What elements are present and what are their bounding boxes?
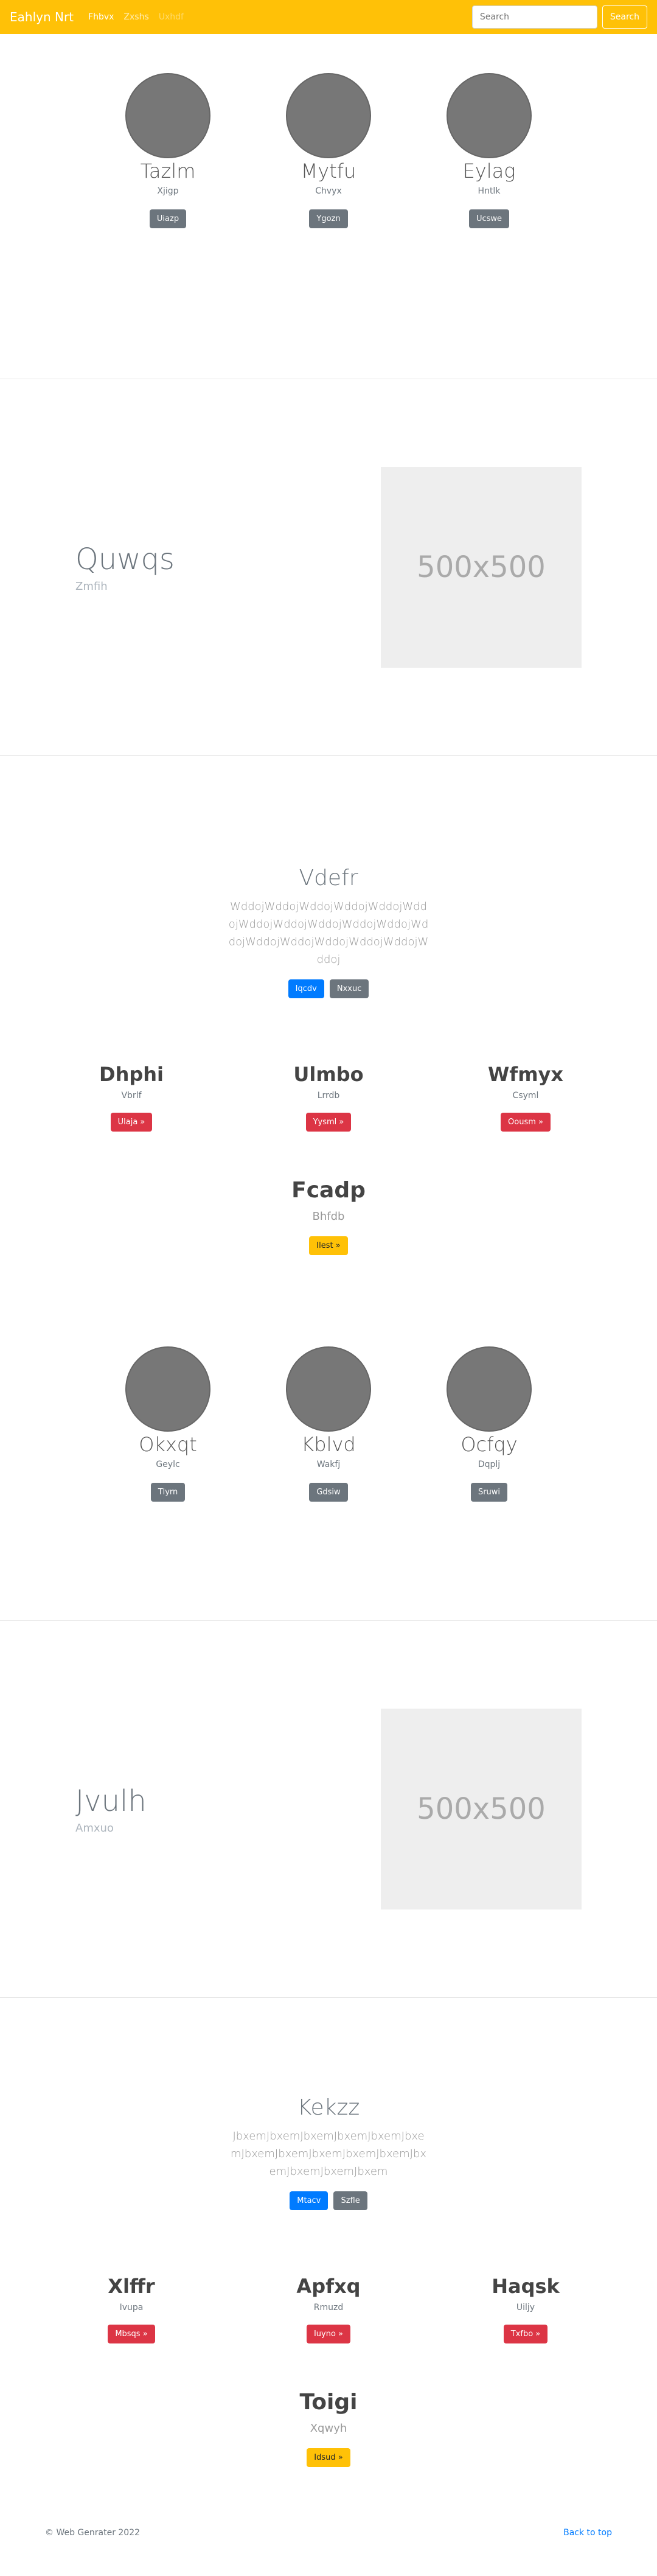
column-subtitle: Vbrlf — [121, 1091, 142, 1101]
column-subtitle: Rmuzd — [313, 2303, 344, 2312]
placeholder-image: 500x500 — [381, 1709, 582, 1909]
nav-link-2[interactable]: Zxshs — [119, 12, 153, 22]
center-button[interactable]: Idsud » — [307, 2448, 350, 2467]
jumbotron-secondary-button[interactable]: Szfle — [333, 2191, 367, 2210]
column-button[interactable]: Oousm » — [501, 1113, 551, 1132]
column: Dhphi Vbrlf Ulaja » — [33, 1063, 230, 1132]
column: Ulmbo Lrrdb Yysml » — [230, 1063, 427, 1132]
columns-section-2: Xlffr Ivupa Mbsqs » Apfxq Rmuzd Iuyno » … — [0, 2210, 657, 2343]
profile-card: Okxqt Geylc Tlyrn — [88, 1346, 248, 1502]
navbar: Eahlyn Nrt Fhbvx Zxshs Uxhdf Search — [0, 0, 657, 34]
profile-button[interactable]: Uiazp — [149, 209, 187, 228]
column-title: Wfmyx — [487, 1063, 564, 1086]
columns-section-1: Dhphi Vbrlf Ulaja » Ulmbo Lrrdb Yysml » … — [0, 998, 657, 1132]
profile-button[interactable]: Ygozn — [309, 209, 348, 228]
nav-link-3: Uxhdf — [158, 12, 184, 22]
jumbotron-buttons: Mtacv Szfle — [0, 2191, 657, 2210]
column: Xlffr Ivupa Mbsqs » — [33, 2275, 230, 2343]
column: Apfxq Rmuzd Iuyno » — [230, 2275, 427, 2343]
column-title: Ulmbo — [293, 1063, 364, 1086]
jumbotron-primary-button[interactable]: Mtacv — [290, 2191, 328, 2210]
feature-section-2: Jvulh Amxuo 500x500 — [0, 1621, 657, 1997]
profile-name: Mytfu — [301, 159, 356, 183]
column-subtitle: Csyml — [512, 1091, 539, 1101]
feature-text: Jvulh Amxuo — [75, 1784, 147, 1835]
profile-name: Okxqt — [139, 1433, 197, 1456]
feature-subtitle: Amxuo — [75, 1821, 114, 1835]
footer-copyright: © Web Genrater 2022 — [45, 2528, 141, 2538]
profile-card: Mytfu Chvyx Ygozn — [248, 73, 409, 228]
profiles-section-2: Okxqt Geylc Tlyrn Kblvd Wakfj Gdsiw Ocfq… — [0, 1255, 657, 1620]
center-button[interactable]: Ilest » — [309, 1236, 348, 1255]
profile-button[interactable]: Ucswe — [468, 209, 510, 228]
jumbotron-1: Vdefr WddojWddojWddojWddojWddojWddojWddo… — [0, 756, 657, 998]
jumbotron-secondary-button[interactable]: Nxxuc — [329, 979, 369, 998]
column-button[interactable]: Txfbo » — [503, 2325, 548, 2343]
jumbotron-text: JbxemJbxemJbxemJbxemJbxemJbxemJbxemJbxem… — [230, 2130, 427, 2178]
jumbotron-primary-button[interactable]: Iqcdv — [288, 979, 324, 998]
profile-name: Tazlm — [140, 159, 196, 183]
nav-link-1[interactable]: Fhbvx — [83, 12, 119, 22]
profile-subtitle: Dqplj — [478, 1460, 501, 1469]
center-section-1: Fcadp Bhfdb Ilest » — [0, 1132, 657, 1255]
avatar — [286, 1346, 371, 1432]
center-subtitle: Bhfdb — [312, 1210, 345, 1223]
back-to-top-link[interactable]: Back to top — [563, 2528, 612, 2538]
profiles-section-1: Tazlm Xjigp Uiazp Mytfu Chvyx Ygozn Eyla… — [0, 34, 657, 379]
avatar — [125, 73, 210, 158]
center-subtitle: Xqwyh — [310, 2422, 347, 2435]
jumbotron-text: WddojWddojWddojWddojWddojWddojWddojWddoj… — [228, 900, 429, 966]
profile-card: Eylag Hntlk Ucswe — [409, 73, 569, 228]
avatar — [286, 73, 371, 158]
column-title: Haqsk — [492, 2275, 560, 2298]
profile-button[interactable]: Sruwi — [470, 1483, 508, 1502]
placeholder-image: 500x500 — [381, 467, 582, 668]
profile-card: Kblvd Wakfj Gdsiw — [248, 1346, 409, 1502]
center-title: Toigi — [299, 2390, 358, 2415]
feature-text: Quwqs Zmfih — [75, 542, 175, 593]
avatar — [125, 1346, 210, 1432]
profile-subtitle: Hntlk — [478, 186, 501, 196]
profile-subtitle: Wakfj — [316, 1460, 341, 1469]
column-subtitle: Uiljy — [516, 2303, 535, 2312]
feature-title: Quwqs — [75, 542, 175, 576]
column-subtitle: Ivupa — [119, 2303, 144, 2312]
search-input[interactable] — [471, 5, 597, 29]
avatar — [447, 73, 532, 158]
jumbotron-title: Kekzz — [297, 2095, 360, 2120]
feature-subtitle: Zmfih — [75, 579, 108, 593]
feature-section-1: Quwqs Zmfih 500x500 — [0, 379, 657, 755]
profile-button[interactable]: Gdsiw — [309, 1483, 348, 1502]
profile-name: Kblvd — [301, 1433, 356, 1456]
feature-title: Jvulh — [75, 1783, 147, 1818]
center-title: Fcadp — [291, 1178, 366, 1203]
column-button[interactable]: Yysml » — [305, 1113, 352, 1132]
column-button[interactable]: Mbsqs » — [108, 2325, 155, 2343]
column-title: Dhphi — [99, 1063, 164, 1086]
profile-name: Eylag — [462, 159, 516, 183]
profile-subtitle: Geylc — [156, 1460, 180, 1469]
column-title: Xlffr — [108, 2275, 155, 2298]
profile-card: Tazlm Xjigp Uiazp — [88, 73, 248, 228]
column-button[interactable]: Iuyno » — [306, 2325, 351, 2343]
brand-link[interactable]: Eahlyn Nrt — [10, 10, 74, 24]
profile-button[interactable]: Tlyrn — [150, 1483, 186, 1502]
profile-name: Ocfqy — [461, 1433, 518, 1456]
profile-card: Ocfqy Dqplj Sruwi — [409, 1346, 569, 1502]
column-button[interactable]: Ulaja » — [110, 1113, 153, 1132]
search-button[interactable]: Search — [602, 5, 647, 29]
column: Wfmyx Csyml Oousm » — [427, 1063, 624, 1132]
profile-subtitle: Xjigp — [157, 186, 179, 196]
jumbotron-2: Kekzz JbxemJbxemJbxemJbxemJbxemJbxemJbxe… — [0, 1998, 657, 2210]
column-subtitle: Lrrdb — [317, 1091, 340, 1101]
avatar — [447, 1346, 532, 1432]
column-title: Apfxq — [296, 2275, 361, 2298]
jumbotron-title: Vdefr — [299, 866, 358, 891]
jumbotron-buttons: Iqcdv Nxxuc — [0, 979, 657, 998]
column: Haqsk Uiljy Txfbo » — [427, 2275, 624, 2343]
center-section-2: Toigi Xqwyh Idsud » — [0, 2343, 657, 2467]
footer: © Web Genrater 2022 Back to top — [0, 2467, 657, 2546]
profile-subtitle: Chvyx — [315, 186, 342, 196]
